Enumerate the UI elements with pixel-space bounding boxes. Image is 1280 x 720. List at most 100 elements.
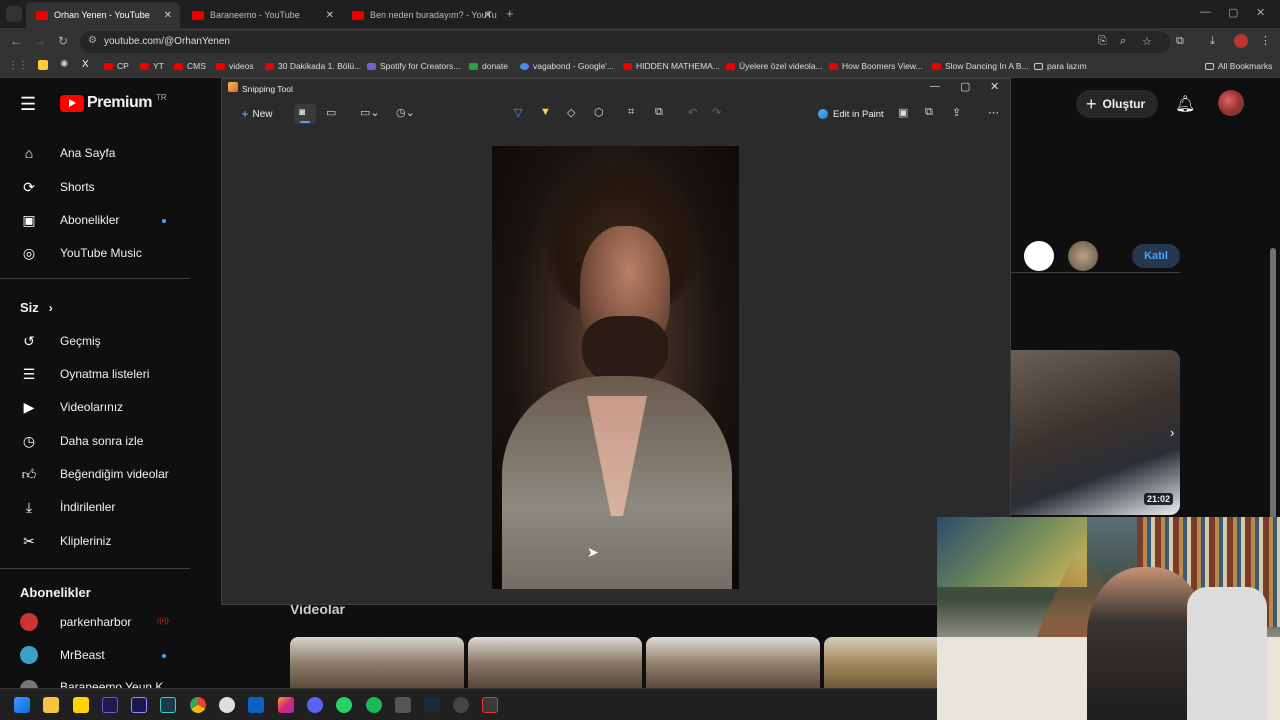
undo-icon[interactable]: ↶ bbox=[688, 106, 697, 119]
eraser-icon[interactable]: ◇ bbox=[567, 106, 575, 119]
tab-orhan-yenen[interactable]: Orhan Yenen - YouTube ✕ bbox=[26, 2, 180, 28]
video-thumbnail[interactable] bbox=[646, 637, 820, 688]
bookmark-spotify[interactable]: Spotify for Creators... bbox=[367, 61, 460, 71]
hamburger-menu-icon[interactable]: ☰ bbox=[20, 94, 36, 115]
bookmark-folder-para-lazim[interactable]: para lazım bbox=[1034, 61, 1087, 71]
url-field[interactable]: ⚙ youtube.com/@OrhanYenen bbox=[80, 31, 1170, 53]
after-effects-icon[interactable] bbox=[131, 697, 147, 713]
apps-grid-icon[interactable]: ⋮⋮ bbox=[8, 60, 28, 71]
whatsapp-icon[interactable] bbox=[336, 697, 352, 713]
site-info-icon[interactable]: ⚙ bbox=[88, 35, 97, 46]
close-tab-icon[interactable]: ✕ bbox=[164, 10, 172, 21]
sidebar-item-your-videos[interactable]: ▶ Videolarınız bbox=[20, 398, 124, 416]
highlighter-icon[interactable]: ▼ bbox=[540, 106, 551, 118]
back-icon[interactable]: ← bbox=[10, 34, 22, 48]
redo-icon[interactable]: ↷ bbox=[712, 106, 721, 119]
tab-baraneemo[interactable]: Baraneemo - YouTube ✕ bbox=[182, 2, 342, 28]
bookmark-cms[interactable]: CMS bbox=[174, 61, 206, 71]
maximize-window-icon[interactable]: ▢ bbox=[1228, 6, 1238, 19]
more-options-icon[interactable]: ⋯ bbox=[988, 106, 999, 119]
youtube-premium-logo[interactable]: Premium TR bbox=[60, 93, 167, 112]
sidebar-item-watch-later[interactable]: ◷ Daha sonra izle bbox=[20, 432, 144, 450]
sidebar-item-history[interactable]: ↺ Geçmiş bbox=[20, 332, 101, 350]
bookmark-icon[interactable] bbox=[38, 60, 48, 70]
video-thumbnail[interactable] bbox=[290, 637, 464, 688]
bookmark-slow-dancing[interactable]: Slow Dancing In A B... bbox=[932, 61, 1029, 71]
audition-icon[interactable] bbox=[160, 697, 176, 713]
close-icon[interactable]: ✕ bbox=[990, 80, 999, 93]
bookmark-hidden-mathema[interactable]: HIDDEN MATHEMA... bbox=[623, 61, 720, 71]
forward-icon[interactable]: → bbox=[34, 34, 46, 48]
video-thumbnail[interactable] bbox=[824, 637, 938, 688]
maximize-icon[interactable]: ▢ bbox=[960, 80, 970, 93]
all-bookmarks-folder[interactable]: All Bookmarks bbox=[1205, 61, 1272, 71]
text-actions-icon[interactable]: ⧉ bbox=[655, 106, 663, 119]
chatgpt-icon[interactable]: ✺ bbox=[60, 59, 68, 70]
install-icon[interactable]: ⎘ bbox=[1098, 35, 1107, 48]
bookmark-star-icon[interactable]: ☆ bbox=[1142, 35, 1152, 48]
reload-icon[interactable]: ↻ bbox=[58, 34, 68, 48]
bookmark-yt[interactable]: YT bbox=[140, 61, 164, 71]
share-icon[interactable]: ⇪ bbox=[952, 106, 961, 119]
tab-ben-neden[interactable]: Ben neden buradayım? - YouTu ✕ bbox=[342, 2, 500, 28]
outlook-icon[interactable] bbox=[248, 697, 264, 713]
profile-avatar[interactable] bbox=[1234, 34, 1248, 48]
premiere-pro-icon[interactable] bbox=[102, 697, 118, 713]
carousel-next-icon[interactable]: › bbox=[1170, 425, 1174, 440]
subscription-baraneemo[interactable]: Baraneemo Yeun K bbox=[20, 680, 163, 688]
subscription-parkenharbor[interactable]: parkenharbor bbox=[20, 613, 131, 631]
create-button[interactable]: + Oluştur bbox=[1076, 90, 1158, 118]
minimize-window-icon[interactable]: — bbox=[1200, 6, 1211, 18]
bookmark-how-boomers[interactable]: How Boomers View... bbox=[829, 61, 923, 71]
edit-in-paint-button[interactable]: Edit in Paint bbox=[818, 104, 884, 124]
account-avatar[interactable] bbox=[1218, 90, 1244, 116]
notifications-bell-icon[interactable]: 🔔︎ bbox=[1175, 94, 1195, 114]
sidebar-item-home[interactable]: ⌂ Ana Sayfa bbox=[20, 144, 116, 162]
zoom-icon[interactable]: ⌕ bbox=[1120, 35, 1126, 48]
sidebar-item-shorts[interactable]: ⟳ Shorts bbox=[20, 178, 95, 196]
sidebar-item-clips[interactable]: ✂ Klipleriniz bbox=[20, 532, 111, 550]
tab-search-button[interactable] bbox=[6, 6, 22, 22]
discord-icon[interactable] bbox=[307, 697, 323, 713]
sidebar-item-youtube-music[interactable]: ◎ YouTube Music bbox=[20, 244, 142, 262]
start-menu-icon[interactable] bbox=[14, 697, 30, 713]
new-snip-button[interactable]: + New bbox=[234, 104, 280, 124]
new-tab-button[interactable]: + bbox=[506, 6, 514, 21]
bookmark-videos[interactable]: videos bbox=[216, 61, 254, 71]
join-button[interactable]: Katıl bbox=[1132, 244, 1180, 268]
obs-icon[interactable] bbox=[219, 697, 235, 713]
close-tab-icon[interactable]: ✕ bbox=[326, 10, 334, 21]
sidebar-item-liked-videos[interactable]: 👍︎ Beğendiğim videolar bbox=[20, 465, 169, 483]
snip-shape-dropdown[interactable]: ▭⌄ bbox=[360, 106, 380, 119]
crop-icon[interactable]: ⌗ bbox=[628, 106, 634, 119]
featured-video-thumbnail[interactable]: 21:02 bbox=[1010, 350, 1180, 515]
snipping-tool-taskbar-icon[interactable] bbox=[482, 697, 498, 713]
copy-icon[interactable]: ⧉ bbox=[925, 106, 933, 119]
subscription-mrbeast[interactable]: MrBeast bbox=[20, 646, 105, 664]
sidebar-item-playlists[interactable]: ☰ Oynatma listeleri bbox=[20, 365, 150, 383]
snipping-tool-titlebar[interactable]: Snipping Tool — ▢ ✕ bbox=[222, 79, 1010, 99]
video-thumbnail[interactable] bbox=[468, 637, 642, 688]
sidebar-item-downloads[interactable]: ⤓ İndirilenler bbox=[20, 498, 115, 516]
bookmark-30-dakikada[interactable]: 30 Dakikada 1. Bölü... bbox=[265, 61, 361, 71]
captured-snip-image[interactable] bbox=[492, 146, 739, 589]
vpn-icon[interactable] bbox=[395, 697, 411, 713]
video-record-icon[interactable]: ▭ bbox=[326, 106, 336, 119]
screenshot-mode-button[interactable]: ◙ bbox=[294, 104, 316, 124]
ballpoint-pen-icon[interactable]: ▽ bbox=[514, 106, 522, 119]
you-section-header[interactable]: Siz › bbox=[20, 300, 53, 315]
close-window-icon[interactable]: ✕ bbox=[1256, 6, 1265, 19]
sticky-notes-icon[interactable] bbox=[73, 697, 89, 713]
bookmark-donate[interactable]: donate bbox=[469, 61, 508, 71]
extensions-icon[interactable]: ⧉ bbox=[1176, 35, 1184, 48]
settings-icon[interactable] bbox=[453, 697, 469, 713]
download-icon[interactable]: ⤓ bbox=[1210, 35, 1215, 48]
steam-icon[interactable] bbox=[424, 697, 440, 713]
shapes-icon[interactable]: ⬡ bbox=[594, 106, 604, 119]
save-icon[interactable]: ▣ bbox=[898, 106, 908, 119]
close-tab-icon[interactable]: ✕ bbox=[484, 10, 492, 21]
browser-menu-icon[interactable]: ⋮ bbox=[1260, 34, 1271, 47]
minimize-icon[interactable]: — bbox=[930, 81, 940, 92]
instagram-icon[interactable] bbox=[278, 697, 294, 713]
x-icon[interactable]: X bbox=[82, 59, 89, 70]
